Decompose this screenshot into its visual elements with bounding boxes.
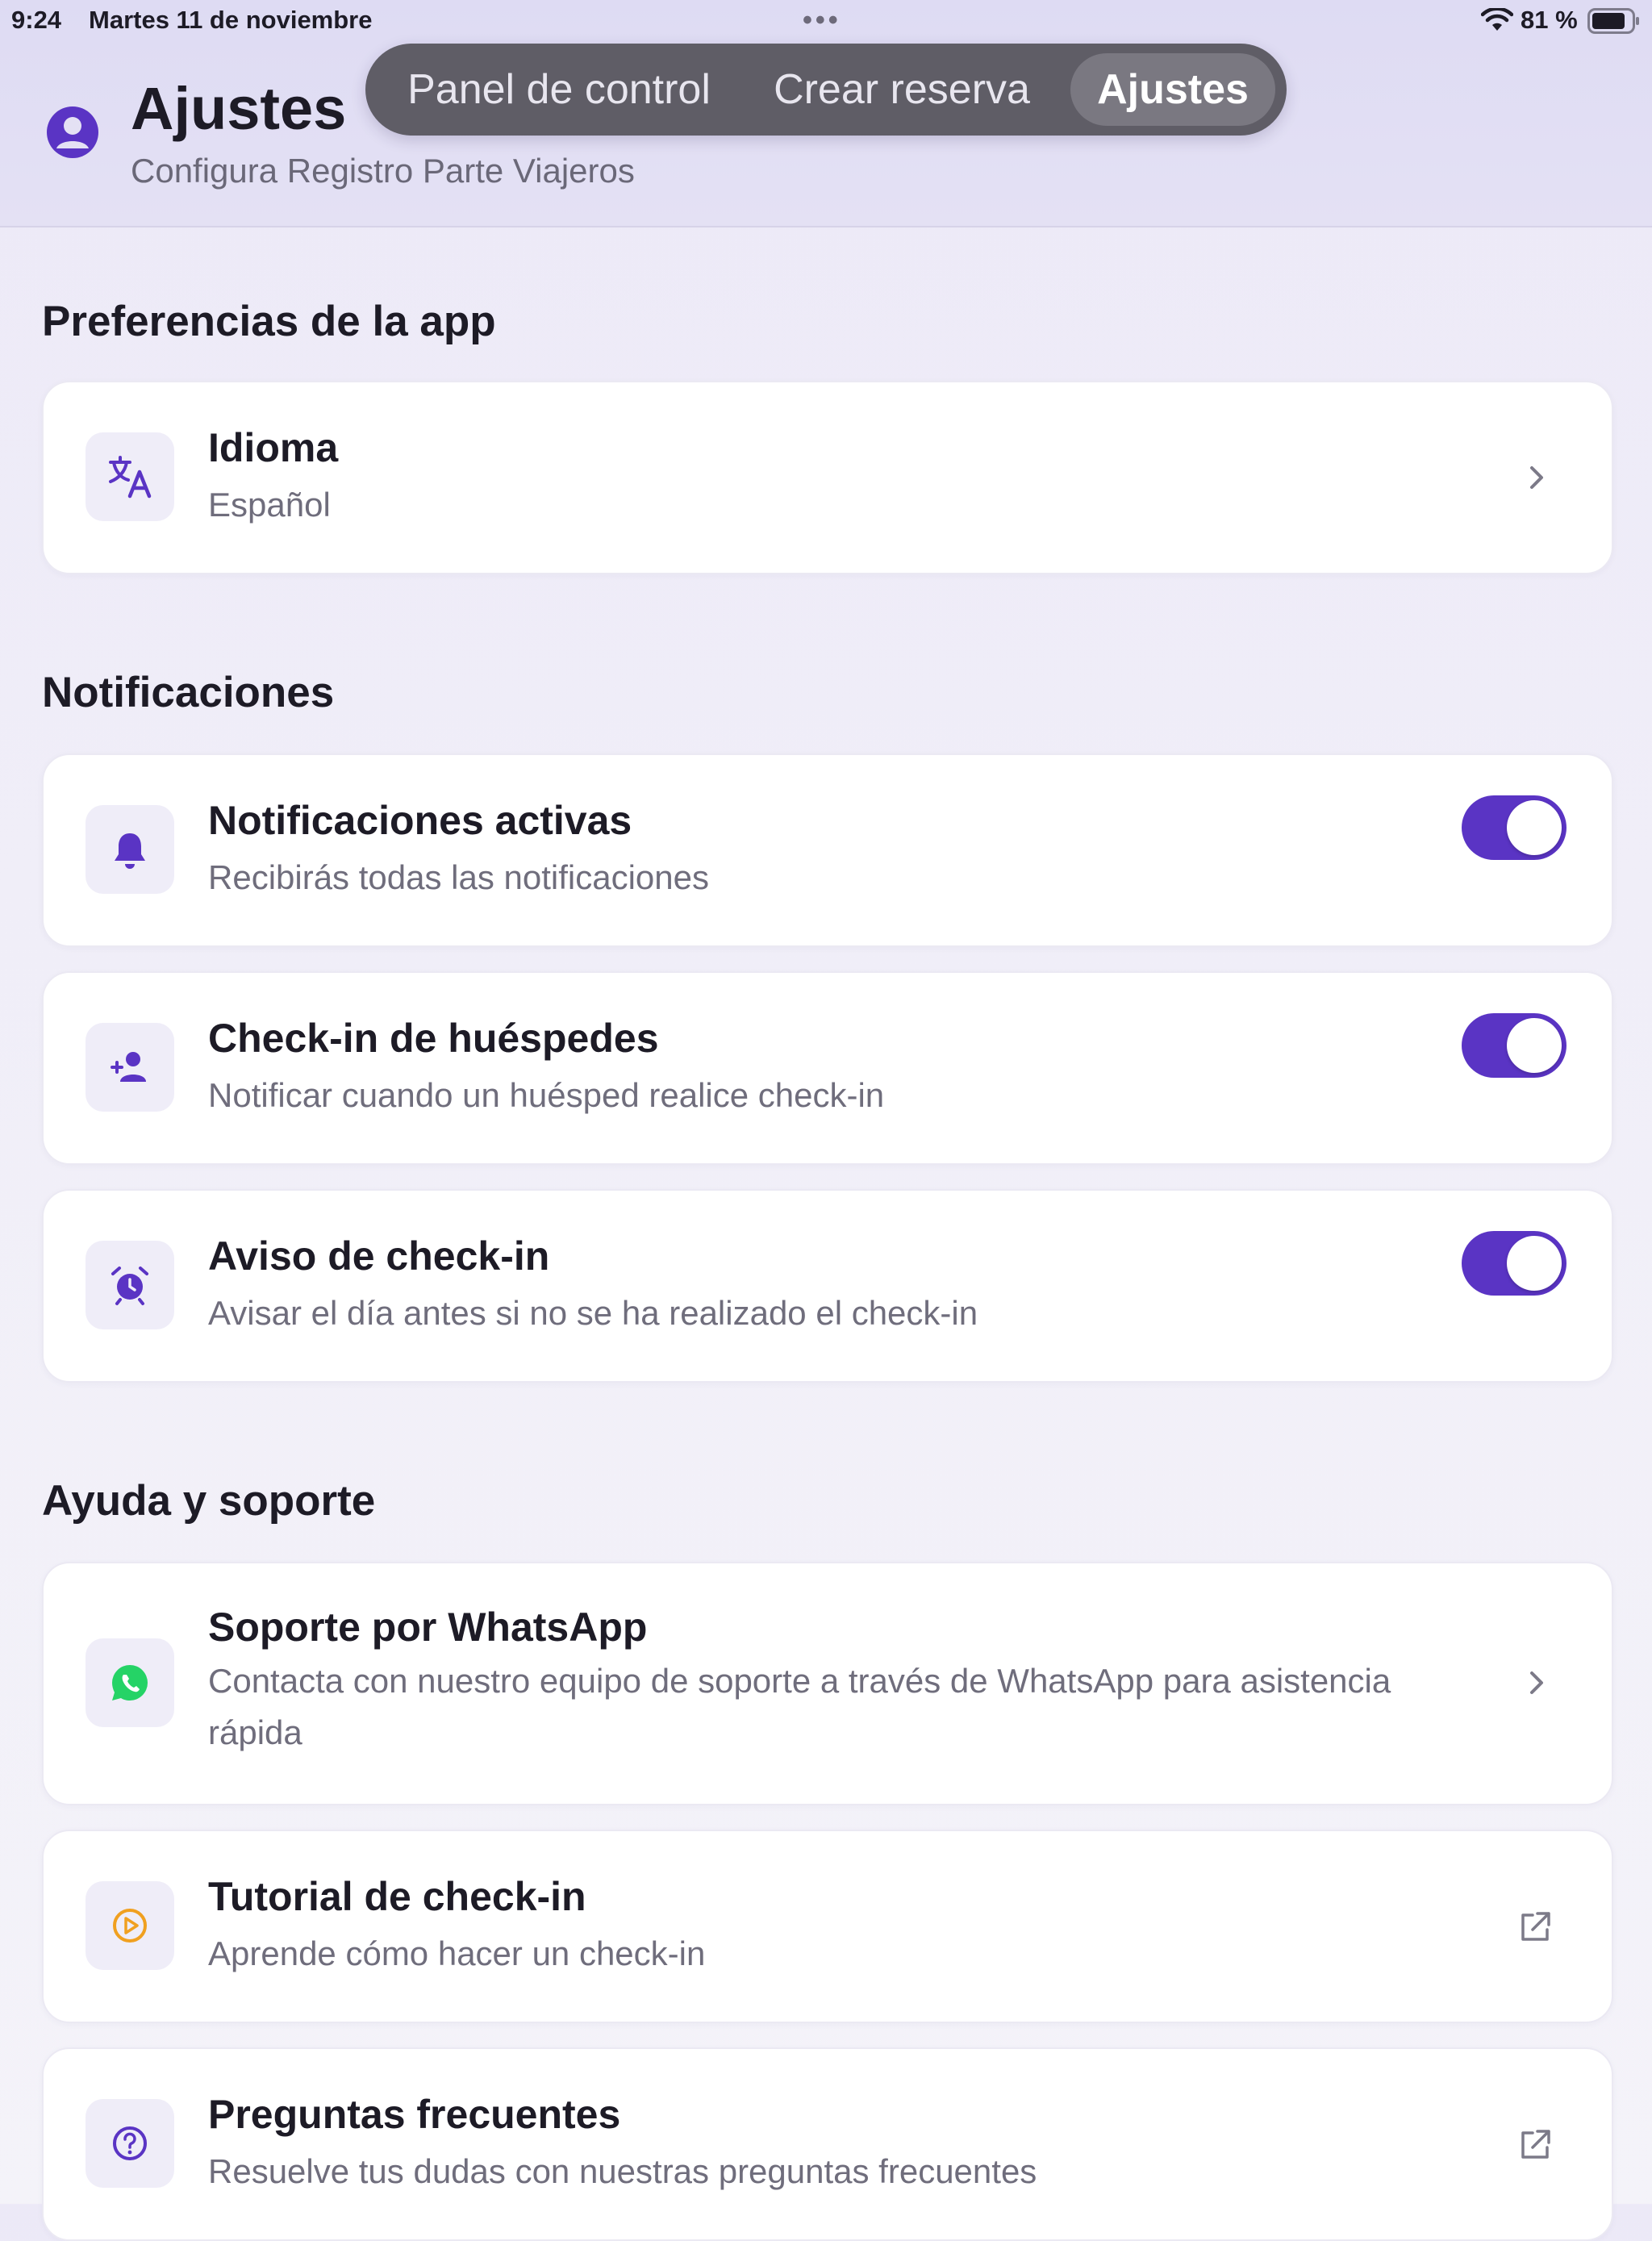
multitasking-dots[interactable]: ••• [803,5,841,36]
status-time: 9:24 [11,6,62,34]
alarm-clock-icon [111,1267,148,1305]
bell-icon [115,833,145,869]
language-row[interactable]: Idioma Español [42,381,1613,574]
question-circle-icon [113,2126,147,2160]
notification-row-active: Notificaciones activas Recibirás todas l… [42,753,1613,947]
language-title: Idioma [208,425,339,470]
row-title: Soporte por WhatsApp [208,1605,648,1650]
row-subtitle: Recibirás todas las notificaciones [208,858,709,896]
tab-crear-reserva[interactable]: Crear reserva [745,44,1059,136]
wifi-icon [1481,8,1513,31]
row-title: Check-in de huéspedes [208,1016,659,1061]
icon-tile [86,1881,174,1970]
chevron-right-icon [1530,466,1543,489]
row-subtitle: Aprende cómo hacer un check-in [208,1934,706,1972]
row-subtitle: Notificar cuando un huésped realice chec… [208,1076,885,1114]
row-title: Aviso de check-in [208,1233,550,1279]
external-link-icon [1521,2130,1550,2159]
status-bar: 9:24 Martes 11 de noviembre ••• 81 % [0,0,1652,40]
tab-ajustes[interactable]: Ajustes [1070,53,1275,126]
icon-tile [86,1023,174,1112]
person-add-icon [111,1052,146,1082]
toggle-knob [1507,1236,1562,1291]
tab-panel-de-control[interactable]: Panel de control [365,44,753,136]
checkin-reminder-toggle[interactable] [1462,1231,1566,1296]
page-title: Ajustes [131,75,347,142]
external-link-icon [1521,1912,1550,1941]
battery-icon [1587,8,1639,34]
notification-row-guest-checkin: Check-in de huéspedes Notificar cuando u… [42,971,1613,1165]
row-subtitle: Resuelve tus dudas con nuestras pregunta… [208,2152,1037,2190]
status-date: Martes 11 de noviembre [89,6,373,34]
whatsapp-icon [112,1665,148,1701]
section-title-help-support: Ayuda y soporte [42,1477,376,1525]
language-value: Español [208,486,331,524]
battery-percent: 81 % [1521,6,1578,34]
translate-icon [109,456,152,499]
guest-checkin-toggle[interactable] [1462,1013,1566,1078]
notifications-active-toggle[interactable] [1462,795,1566,860]
whatsapp-support-row[interactable]: Soporte por WhatsApp Contacta con nuestr… [42,1562,1613,1805]
checkin-tutorial-row[interactable]: Tutorial de check-in Aprende cómo hacer … [42,1830,1613,2023]
icon-tile [86,1638,174,1727]
toggle-knob [1507,1018,1562,1073]
section-title-app-preferences: Preferencias de la app [42,298,496,345]
notification-row-checkin-reminder: Aviso de check-in Avisar el día antes si… [42,1189,1613,1383]
row-subtitle: Avisar el día antes si no se ha realizad… [208,1294,978,1332]
row-title: Notificaciones activas [208,798,632,843]
icon-tile [86,805,174,894]
toggle-knob [1507,800,1562,855]
faq-row[interactable]: Preguntas frecuentes Resuelve tus dudas … [42,2047,1613,2241]
play-circle-icon [113,1909,147,1943]
row-title: Preguntas frecuentes [208,2092,621,2137]
row-title: Tutorial de check-in [208,1874,586,1919]
icon-tile [86,1241,174,1329]
tab-bar: Panel de control Crear reserva Ajustes [365,44,1287,136]
section-title-notifications: Notificaciones [42,669,335,716]
user-avatar-icon[interactable] [45,105,100,160]
icon-tile [86,2099,174,2188]
icon-tile [86,432,174,521]
chevron-right-icon [1530,1671,1543,1694]
page-subtitle: Configura Registro Parte Viajeros [131,152,635,190]
row-subtitle: Contacta con nuestro equipo de soporte a… [208,1662,1391,1751]
